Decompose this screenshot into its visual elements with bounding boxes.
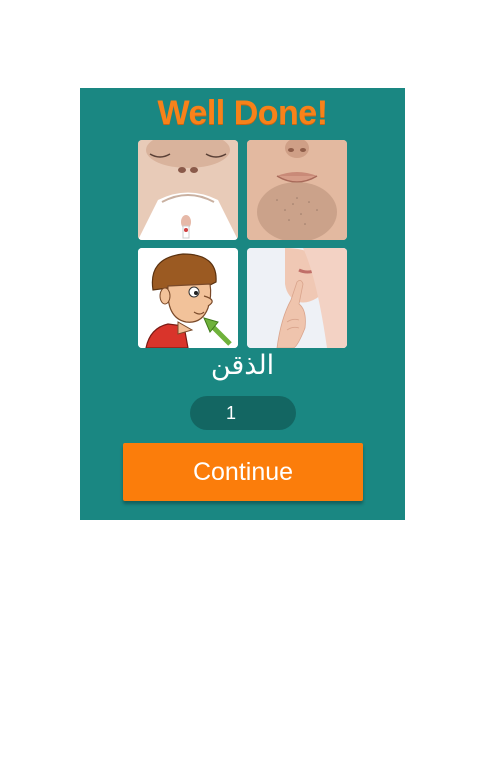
answer-word: الذقن	[210, 350, 275, 381]
game-panel: Well Done! الذقن 1 Continue	[80, 88, 405, 520]
finger-on-chin-photo-icon	[247, 248, 347, 348]
level-badge: 1	[190, 396, 296, 430]
continue-button[interactable]: Continue	[123, 443, 363, 501]
puzzle-image-cartoon-chin	[138, 248, 238, 348]
puzzle-image-stubbled-chin	[247, 140, 347, 240]
well-done-title: Well Done!	[157, 94, 328, 132]
cartoon-chin-arrow-illustration-icon	[138, 248, 238, 348]
level-number: 1	[225, 403, 236, 423]
puzzle-image-finger-on-chin	[247, 248, 347, 348]
chin-from-below-photo-icon	[138, 140, 238, 240]
stubbled-chin-photo-icon	[247, 140, 347, 240]
puzzle-image-chin-from-below	[138, 140, 238, 240]
